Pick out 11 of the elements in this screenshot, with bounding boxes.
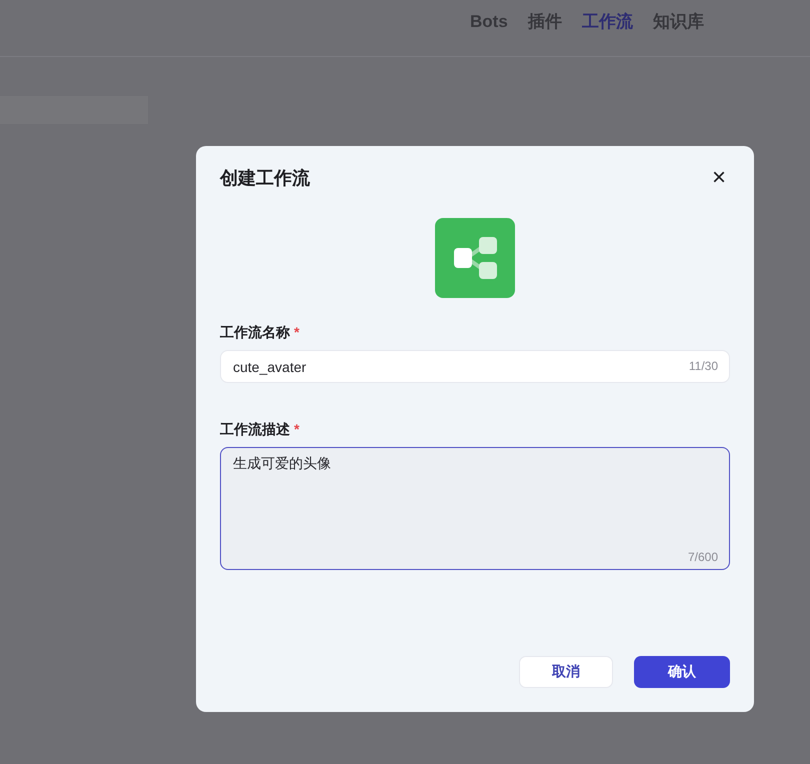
dialog-title: 创建工作流 <box>220 167 310 190</box>
character-count: 7/600 <box>688 550 718 564</box>
required-mark: * <box>294 421 300 437</box>
confirm-button[interactable]: 确认 <box>634 656 730 688</box>
field-label: 工作流描述 <box>220 421 290 437</box>
character-count: 11/30 <box>688 359 718 373</box>
cancel-button[interactable]: 取消 <box>519 656 613 688</box>
close-button[interactable]: × <box>708 166 730 190</box>
field-label: 工作流名称 <box>220 324 290 340</box>
workflow-icon[interactable] <box>435 218 515 298</box>
required-mark: * <box>294 324 300 340</box>
